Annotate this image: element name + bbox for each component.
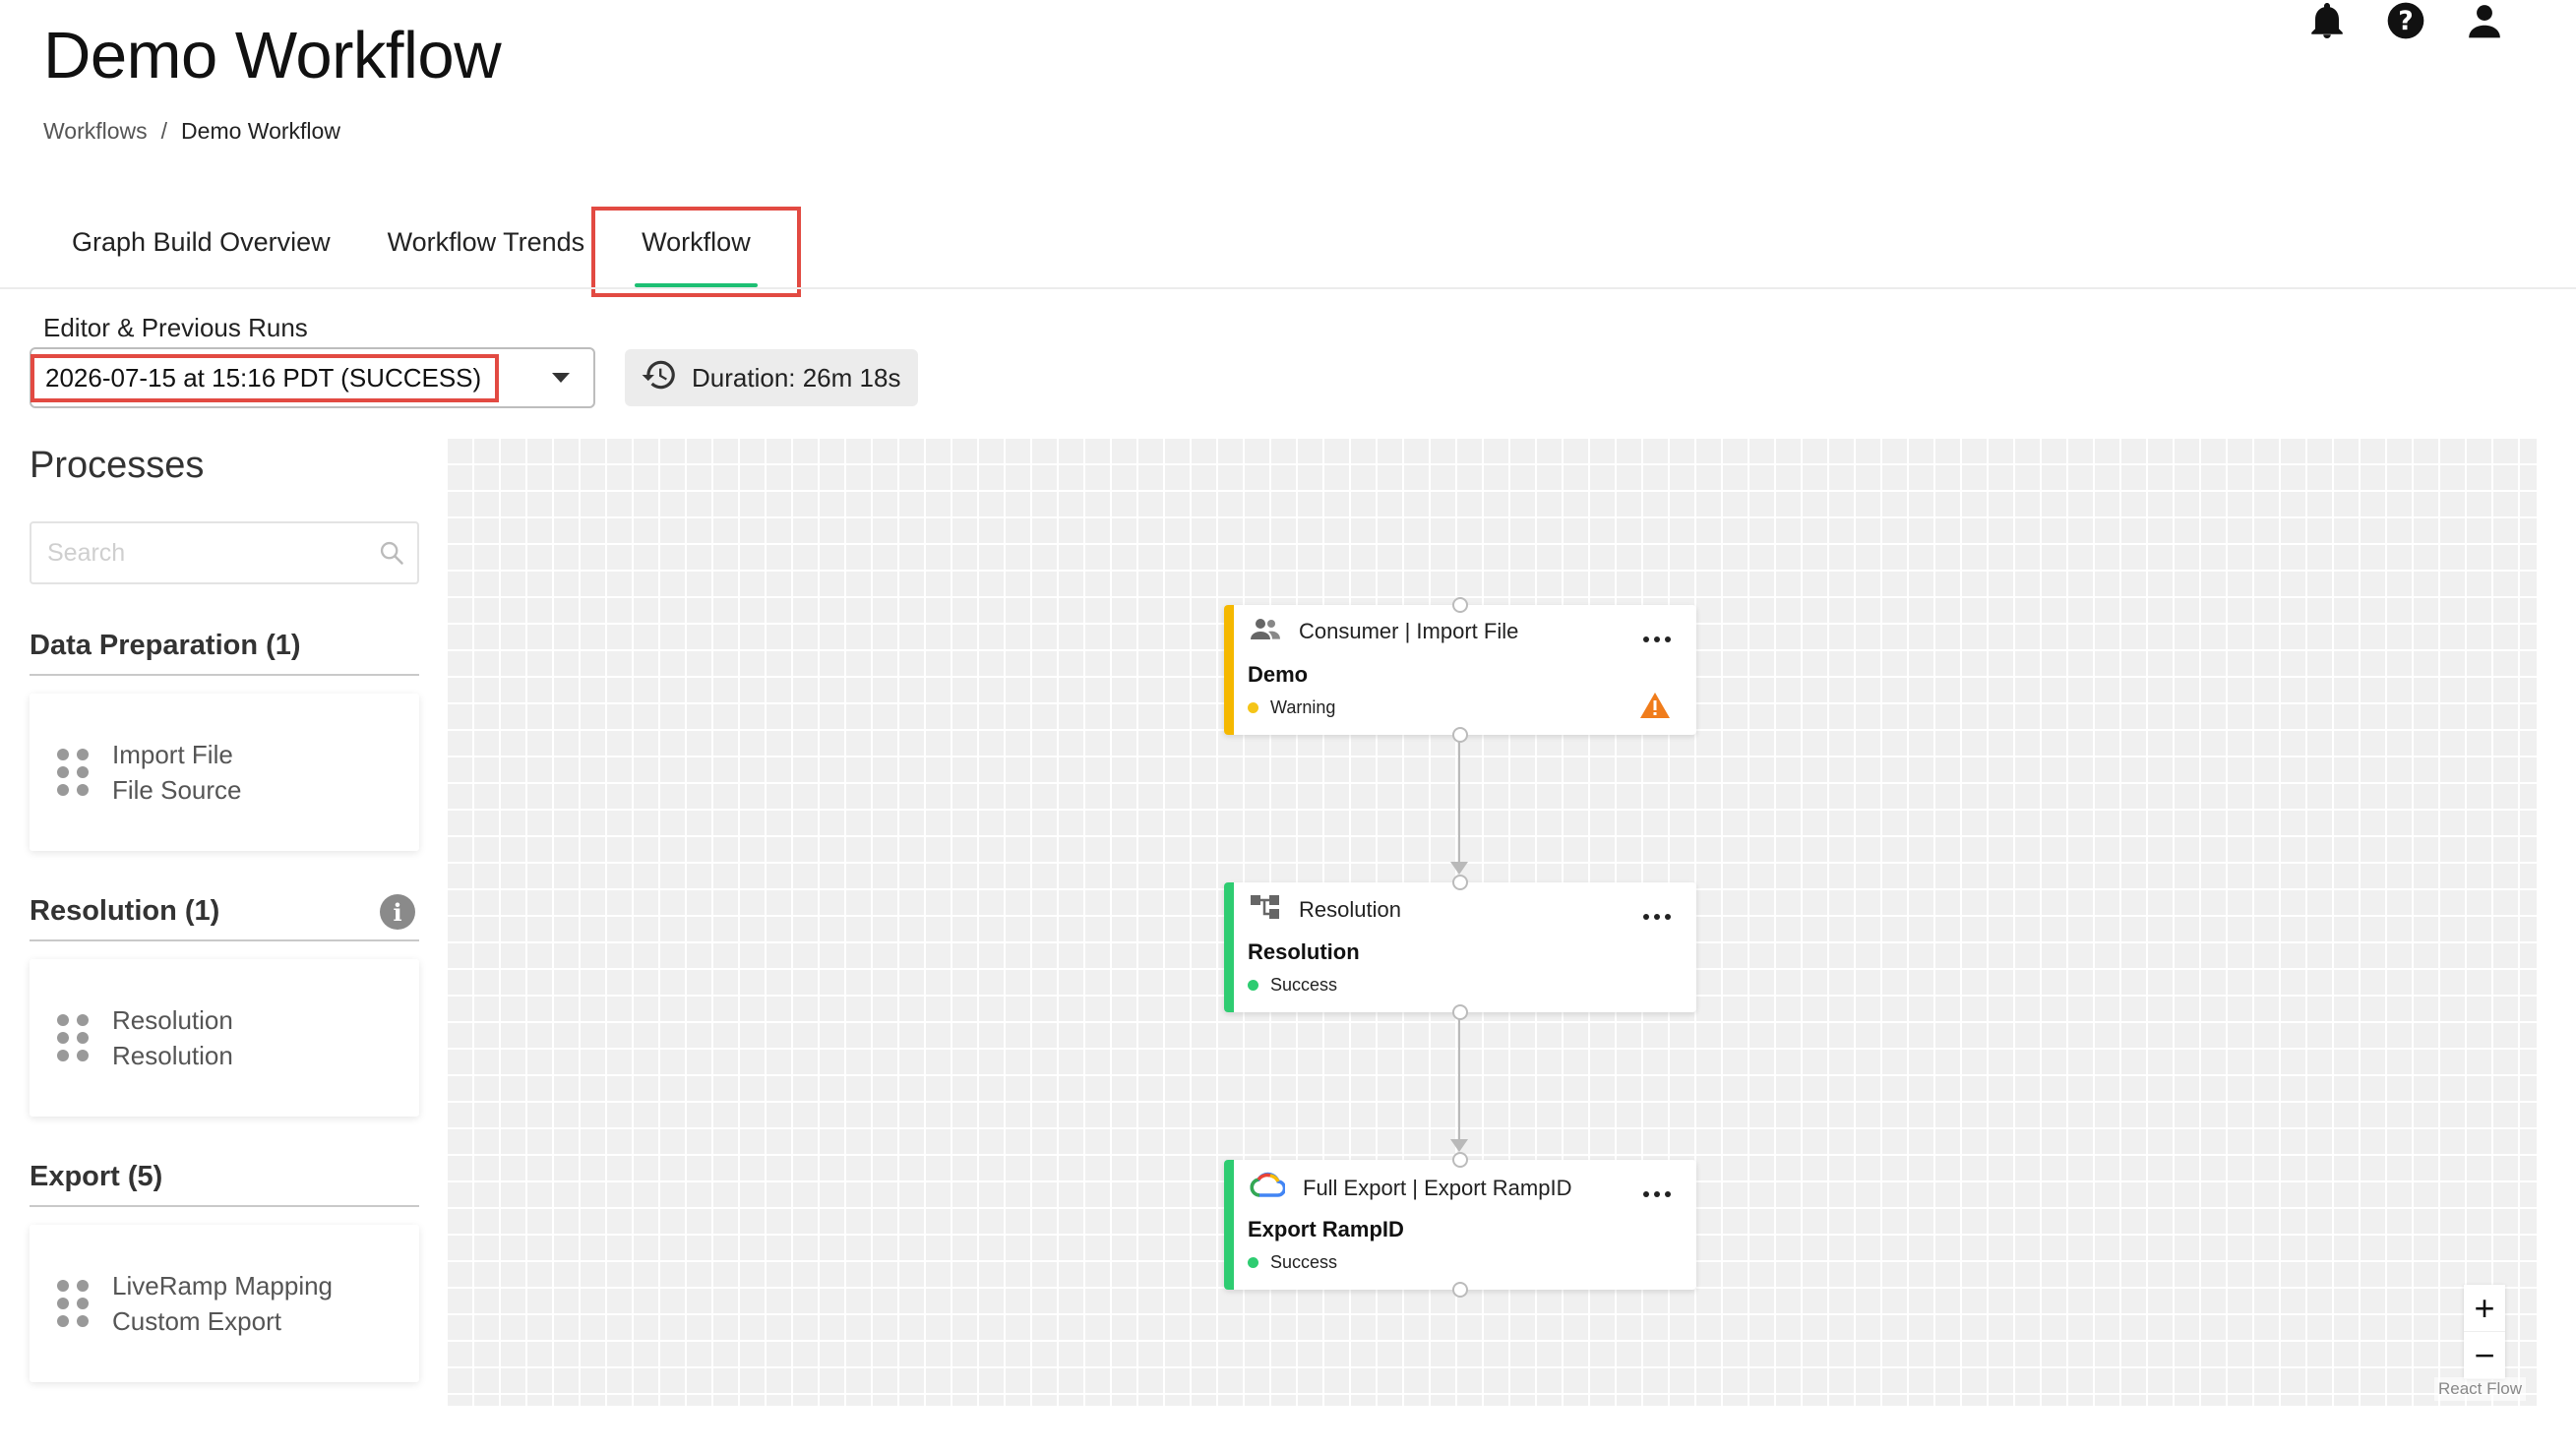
section-title: Export (5)	[30, 1161, 163, 1192]
tab-graph-build-overview[interactable]: Graph Build Overview	[43, 197, 359, 287]
tab-workflow-trends[interactable]: Workflow Trends	[359, 197, 614, 287]
tab-bar: Graph Build Overview Workflow Trends Wor…	[43, 197, 779, 287]
process-card-subtitle: Custom Export	[112, 1306, 281, 1336]
status-dot	[1248, 702, 1258, 713]
section-title: Resolution (1)	[30, 895, 220, 927]
process-card-liveramp-mapping[interactable]: LiveRamp Mapping Custom Export	[30, 1225, 419, 1382]
svg-text:?: ?	[2398, 6, 2413, 36]
status-dot	[1248, 1257, 1258, 1268]
breadcrumb-workflows-link[interactable]: Workflows	[43, 118, 148, 145]
node-name: Export RampID	[1248, 1217, 1404, 1241]
process-card-title: LiveRamp Mapping	[112, 1271, 334, 1301]
section-title: Data Preparation (1)	[30, 630, 301, 661]
info-icon[interactable]: i	[380, 894, 415, 930]
node-menu-icon[interactable]	[1637, 631, 1677, 648]
users-icon	[1250, 617, 1281, 646]
node-menu-icon[interactable]	[1637, 908, 1677, 926]
processes-title: Processes	[30, 445, 205, 486]
tabs-divider	[0, 287, 2576, 289]
workflow-node-resolution[interactable]: Resolution Resolution Success	[1224, 875, 1696, 1020]
warning-icon	[1639, 692, 1671, 724]
section-data-preparation: Data Preparation (1)	[30, 630, 419, 676]
help-icon[interactable]: ?	[2385, 0, 2426, 41]
process-card-title: Import File	[112, 740, 233, 769]
search-input[interactable]	[45, 537, 374, 569]
node-input-handle[interactable]	[1452, 597, 1468, 613]
search-icon[interactable]	[378, 539, 405, 572]
runs-label: Editor & Previous Runs	[43, 313, 308, 342]
duration-chip: Duration: 26m 18s	[625, 349, 918, 406]
workflow-node-import-file[interactable]: Consumer | Import File Demo Warning	[1224, 597, 1696, 743]
node-header: Resolution	[1299, 897, 1401, 922]
node-output-handle[interactable]	[1452, 727, 1468, 743]
status-text: Success	[1270, 975, 1338, 995]
node-status: Success	[1248, 975, 1337, 996]
zoom-out-button[interactable]: −	[2464, 1332, 2505, 1379]
node-status-accent	[1224, 605, 1234, 735]
page-title: Demo Workflow	[43, 19, 502, 92]
zoom-controls: + −	[2464, 1285, 2505, 1379]
status-dot	[1248, 980, 1258, 991]
node-name: Demo	[1248, 662, 1309, 687]
google-cloud-icon	[1250, 1172, 1287, 1205]
node-input-handle[interactable]	[1452, 1152, 1468, 1168]
process-search	[30, 521, 419, 584]
node-output-handle[interactable]	[1452, 1282, 1468, 1298]
top-icon-bar: ?	[2306, 0, 2505, 41]
status-text: Success	[1270, 1252, 1338, 1272]
duration-text: Duration: 26m 18s	[692, 362, 901, 393]
edge-import-to-resolution	[1458, 737, 1460, 862]
node-status-accent	[1224, 882, 1234, 1012]
node-header: Consumer | Import File	[1299, 619, 1519, 643]
drag-handle-icon[interactable]	[57, 1280, 89, 1327]
node-name: Resolution	[1248, 939, 1360, 964]
workflow-node-export-rampid[interactable]: Full Export | Export RampID Export RampI…	[1224, 1152, 1696, 1298]
node-status: Warning	[1248, 697, 1335, 718]
edge-arrow	[1450, 1139, 1468, 1152]
breadcrumb-current: Demo Workflow	[181, 118, 340, 144]
caret-down-icon	[552, 373, 570, 383]
zoom-in-button[interactable]: +	[2464, 1285, 2505, 1332]
node-menu-icon[interactable]	[1637, 1185, 1677, 1203]
node-input-handle[interactable]	[1452, 875, 1468, 890]
breadcrumb-separator: /	[160, 118, 168, 144]
section-resolution: Resolution (1) i	[30, 894, 419, 941]
bell-icon[interactable]	[2306, 0, 2348, 41]
drag-handle-icon[interactable]	[57, 1014, 89, 1061]
process-card-title: Resolution	[112, 1005, 233, 1035]
user-icon[interactable]	[2464, 0, 2505, 41]
node-output-handle[interactable]	[1452, 1004, 1468, 1020]
tab-label: Workflow	[642, 226, 751, 257]
section-export: Export (5)	[30, 1161, 419, 1207]
react-flow-attribution[interactable]: React Flow	[2434, 1377, 2527, 1401]
node-status: Success	[1248, 1252, 1337, 1273]
edge-resolution-to-export	[1458, 1014, 1460, 1139]
node-status-accent	[1224, 1160, 1234, 1290]
resolution-icon	[1250, 894, 1281, 926]
process-card-subtitle: File Source	[112, 775, 242, 805]
drag-handle-icon[interactable]	[57, 749, 89, 796]
process-card-import-file[interactable]: Import File File Source	[30, 694, 419, 851]
tab-label: Graph Build Overview	[72, 226, 331, 257]
edge-arrow	[1450, 862, 1468, 875]
breadcrumb: Workflows / Demo Workflow	[43, 118, 340, 145]
process-card-subtitle: Resolution	[112, 1041, 233, 1070]
history-icon	[641, 356, 678, 400]
status-text: Warning	[1270, 697, 1336, 717]
tab-label: Workflow Trends	[387, 226, 585, 257]
runs-select-value: 2026-07-15 at 15:16 PDT (SUCCESS)	[45, 362, 482, 393]
process-card-resolution[interactable]: Resolution Resolution	[30, 959, 419, 1117]
runs-select[interactable]: 2026-07-15 at 15:16 PDT (SUCCESS)	[30, 347, 595, 408]
node-header: Full Export | Export RampID	[1303, 1176, 1572, 1200]
tab-workflow[interactable]: Workflow	[613, 197, 779, 287]
